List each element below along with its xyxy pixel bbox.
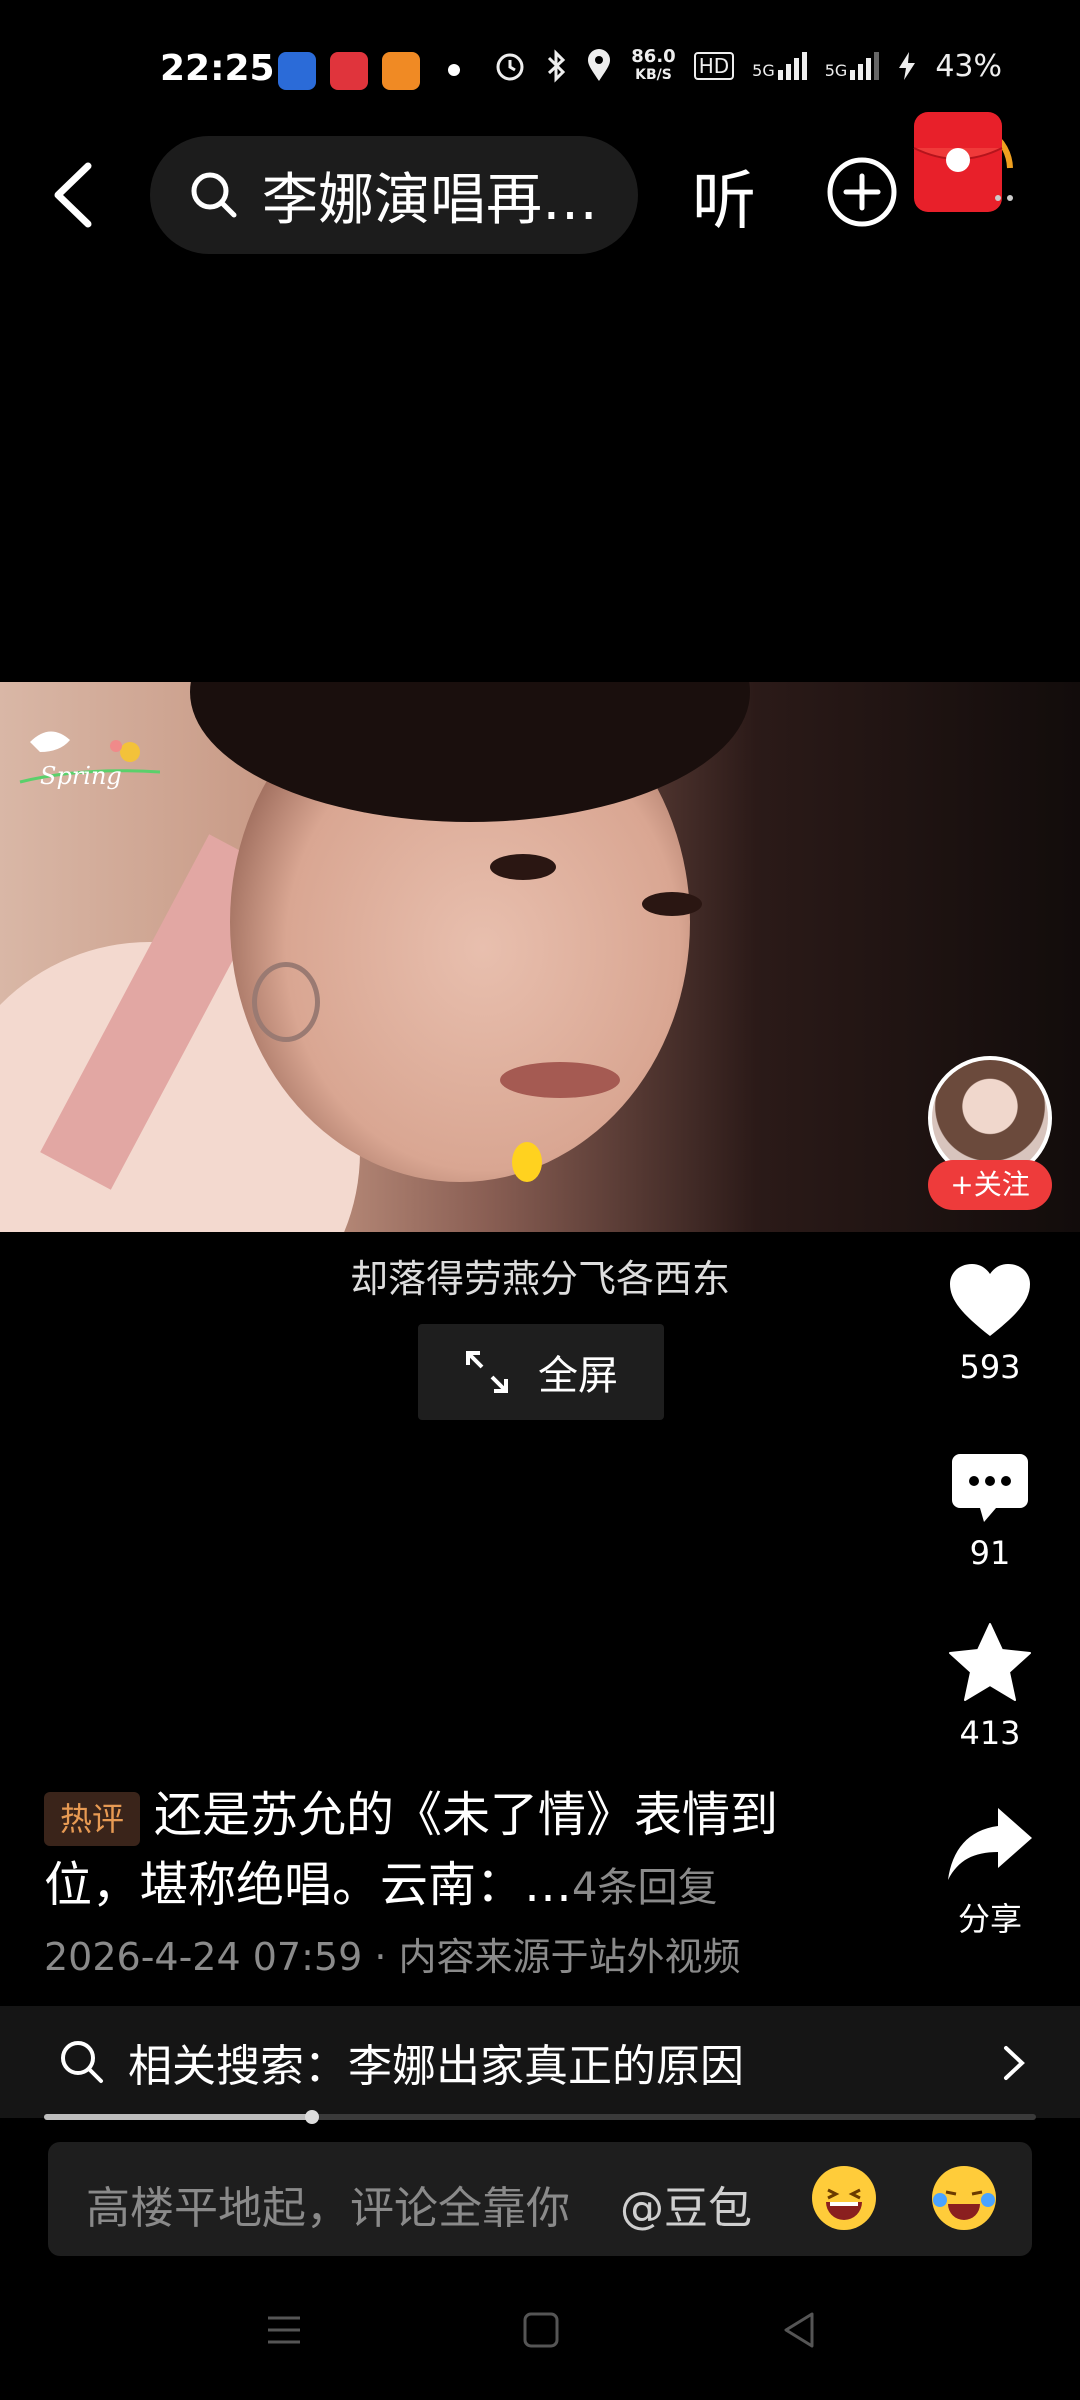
chevron-left-icon [54,162,92,228]
share-label: 分享 [957,1900,1022,1938]
back-button[interactable] [48,160,108,230]
related-search-bar[interactable]: 相关搜索：李娜出家真正的原因 [0,2006,1080,2118]
video-subtitle: 却落得劳燕分飞各西东 [349,1257,730,1301]
plus-circle-icon [827,157,897,227]
status-icons: 86.0 KB/S HD 5G 5G 43% [493,48,1002,84]
hot-comment-text[interactable]: 还是苏允的《未了情》表情到位，堪称绝唱。云南：…4条回复 [44,1780,844,1923]
video-flower [512,1142,542,1182]
like-button[interactable]: 593 [930,1262,1050,1386]
battery-percent: 43% [935,48,1002,84]
favorite-button[interactable]: 413 [930,1622,1050,1752]
taobao-app-icon [382,52,420,90]
share-arrow-icon [948,1808,1032,1880]
watermark-logo: Spring [10,712,161,802]
add-button[interactable] [826,156,898,228]
share-button[interactable]: 分享 [930,1804,1050,1940]
charging-icon [899,52,916,80]
comment-count: 91 [969,1534,1011,1572]
heart-icon [950,1264,1030,1336]
replies-link[interactable]: 4条回复 [572,1865,717,1911]
follow-button[interactable]: +关注 [928,1160,1052,1210]
notification-dot-icon [448,64,460,76]
video-eye-right [642,892,702,916]
back-nav-icon[interactable] [780,2310,820,2350]
baidu-app-icon [278,52,316,90]
fullscreen-button[interactable]: 全屏 [418,1324,664,1420]
star-icon [949,1623,1031,1701]
search-icon [61,2041,103,2083]
video-progress-fill [44,2114,312,2120]
video-progress-knob[interactable] [304,2110,319,2124]
video-earring [252,962,320,1042]
bluetooth-icon [548,49,566,83]
fullscreen-label: 全屏 [538,1353,618,1399]
post-meta: 2026-4-24 07:59 · 内容来源于站外视频 [44,1935,741,1979]
svg-text:Spring: Spring [40,762,122,790]
laughing-emoji-icon[interactable] [812,2166,876,2230]
home-nav-icon[interactable] [522,2310,560,2350]
favorite-count: 413 [959,1714,1021,1752]
menu-nav-icon[interactable] [264,2310,304,2350]
signal-5g-1: 5G [752,52,807,80]
video-eye-left [490,854,556,880]
chevron-right-icon [1004,2046,1025,2080]
comment-placeholder: 高楼平地起，评论全靠你 [86,2183,570,2234]
mention-doubao-button[interactable]: @豆包 [620,2172,752,2236]
video-player[interactable] [0,682,1080,1232]
video-lips [500,1062,620,1098]
comment-bubble-icon [952,1454,1028,1522]
status-time: 22:25 [160,48,275,89]
net-speed: 86.0 KB/S [631,46,676,84]
search-query: 李娜演唱再… [262,167,598,233]
crying-laughing-emoji-icon[interactable] [932,2166,996,2230]
expand-icon [466,1351,508,1393]
related-search-label: 相关搜索：李娜出家真正的原因 [128,2041,744,2092]
comment-button[interactable]: 91 [930,1452,1050,1572]
alarm-icon [496,53,524,81]
red-packet-button[interactable] [906,108,1018,218]
xiaohongshu-app-icon [330,52,368,90]
location-icon [588,49,611,81]
like-count: 593 [959,1348,1021,1386]
listen-button[interactable]: 听 [692,150,756,242]
search-bar[interactable]: 李娜演唱再… [150,136,638,254]
search-icon [191,172,237,218]
signal-5g-2: 5G [825,52,880,80]
red-envelope-icon [913,112,1013,212]
hd-badge: HD [693,52,735,80]
